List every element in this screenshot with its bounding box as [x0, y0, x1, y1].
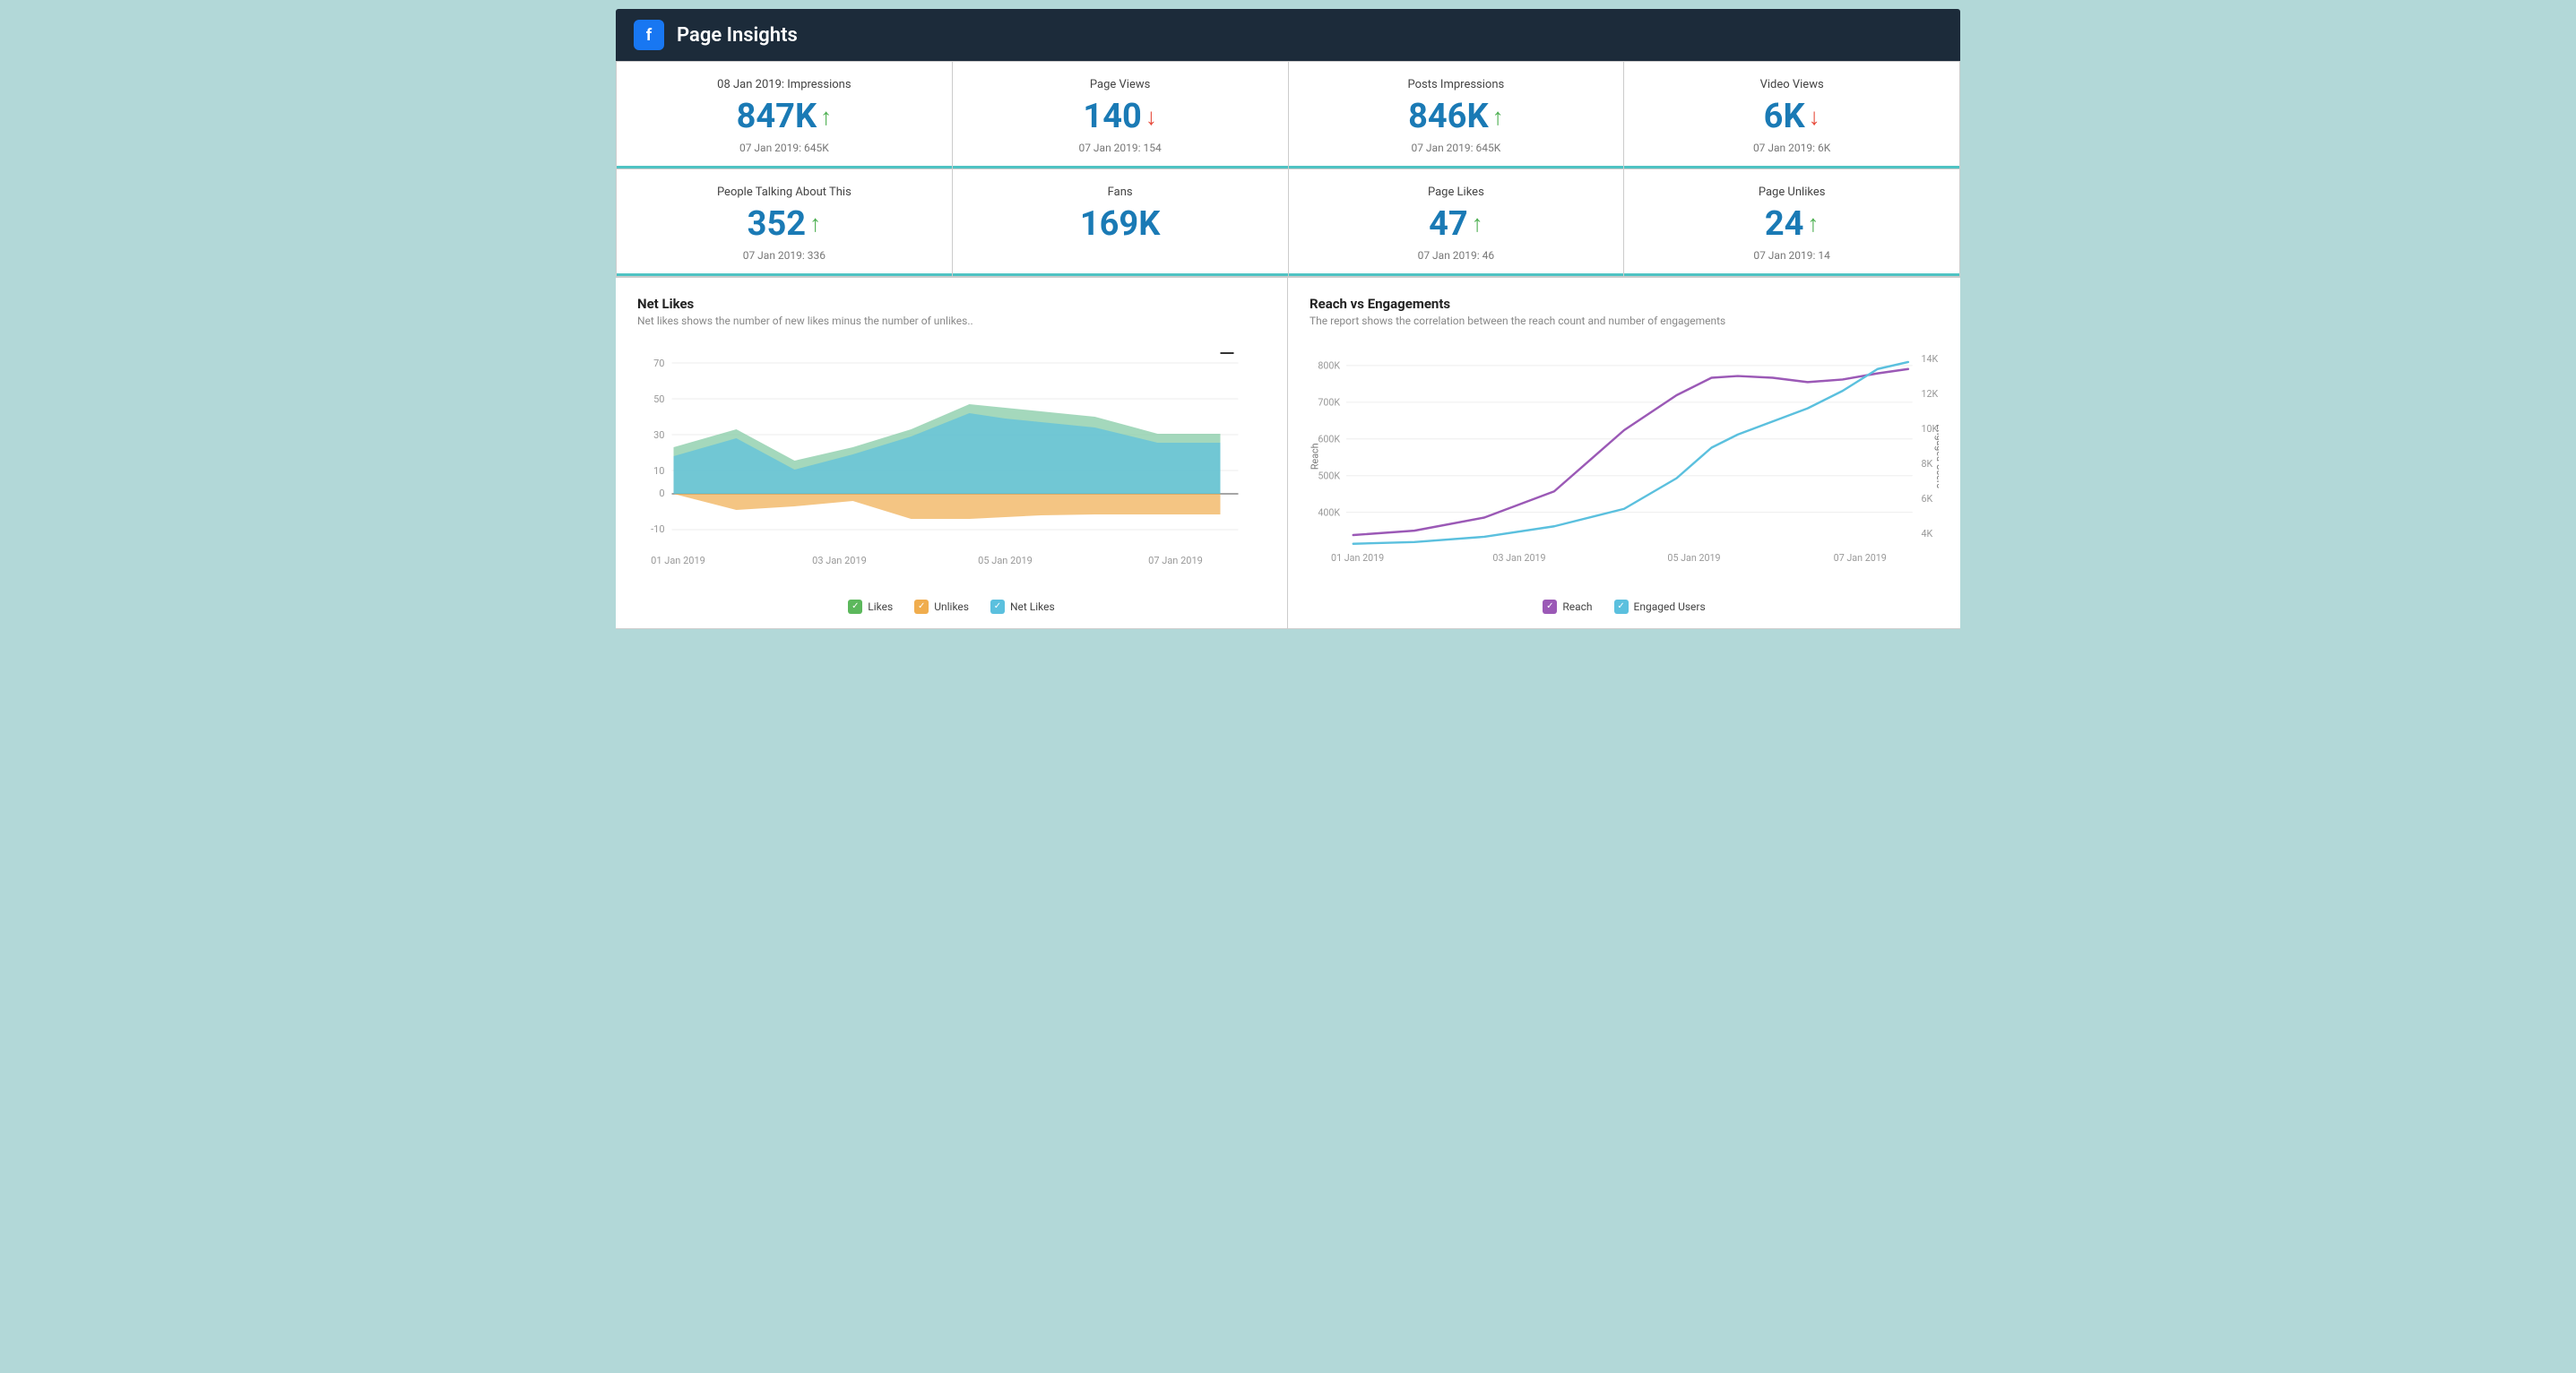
charts-section: Net Likes Net likes shows the number of …	[616, 277, 1960, 629]
svg-text:01 Jan 2019: 01 Jan 2019	[651, 555, 705, 566]
trend-down-icon: ↓	[1145, 105, 1157, 131]
svg-text:Reach: Reach	[1310, 443, 1321, 470]
legend-engaged-users: ✓ Engaged Users	[1614, 600, 1706, 614]
svg-text:07 Jan 2019: 07 Jan 2019	[1148, 555, 1203, 566]
reach-svg: 800K 700K 600K 500K 400K 14K 12K 10K 8K …	[1310, 340, 1939, 591]
svg-text:03 Jan 2019: 03 Jan 2019	[1492, 552, 1545, 564]
svg-text:0: 0	[659, 488, 664, 499]
metric-impressions: 08 Jan 2019: Impressions 847K ↑ 07 Jan 2…	[617, 62, 953, 169]
legend-unlikes: ✓ Unlikes	[914, 600, 969, 614]
svg-text:-10: -10	[651, 523, 664, 535]
metric-pageviews: Page Views 140 ↓ 07 Jan 2019: 154	[953, 62, 1289, 169]
reach-subtitle: The report shows the correlation between…	[1310, 315, 1939, 327]
net-likes-subtitle: Net likes shows the number of new likes …	[637, 315, 1266, 327]
metric-prev-pageviews: 07 Jan 2019: 154	[971, 142, 1270, 154]
net-likes-panel: Net Likes Net likes shows the number of …	[616, 278, 1288, 629]
reach-title: Reach vs Engagements	[1310, 296, 1939, 312]
net-likes-title: Net Likes	[637, 296, 1266, 312]
metric-posts-impressions: Posts Impressions 846K ↑ 07 Jan 2019: 64…	[1289, 62, 1625, 169]
metric-label-fans: Fans	[971, 186, 1270, 199]
trend-up-icon-5: ↑	[1807, 212, 1819, 237]
reach-panel: Reach vs Engagements The report shows th…	[1288, 278, 1960, 629]
metric-value-impressions: 847K ↑	[635, 99, 934, 136]
svg-text:4K: 4K	[1922, 528, 1933, 540]
metric-label-impressions: 08 Jan 2019: Impressions	[635, 78, 934, 91]
trend-up-icon-3: ↑	[809, 212, 821, 237]
svg-text:800K: 800K	[1318, 359, 1340, 371]
metric-label-page-likes: Page Likes	[1307, 186, 1606, 199]
metric-fans: Fans 169K	[953, 169, 1289, 277]
svg-text:500K: 500K	[1318, 470, 1340, 481]
net-likes-svg: 70 50 30 10 0 -10	[637, 340, 1266, 591]
svg-text:6K: 6K	[1922, 493, 1933, 505]
legend-reach: ✓ Reach	[1543, 600, 1592, 614]
svg-text:70: 70	[653, 358, 664, 369]
dashboard: f Page Insights 08 Jan 2019: Impressions…	[616, 9, 1960, 629]
svg-text:30: 30	[653, 429, 664, 441]
svg-text:700K: 700K	[1318, 396, 1340, 408]
trend-down-icon-2: ↓	[1809, 105, 1820, 131]
metric-value-fans: 169K	[971, 206, 1270, 244]
page-title: Page Insights	[677, 24, 798, 47]
svg-text:01 Jan 2019: 01 Jan 2019	[1331, 552, 1384, 564]
metric-page-unlikes: Page Unlikes 24 ↑ 07 Jan 2019: 14	[1624, 169, 1960, 277]
legend-reach-box: ✓	[1543, 600, 1557, 614]
svg-text:50: 50	[653, 393, 664, 405]
page-header: f Page Insights	[616, 9, 1960, 61]
svg-text:8K: 8K	[1922, 458, 1933, 470]
metric-video-views: Video Views 6K ↓ 07 Jan 2019: 6K	[1624, 62, 1960, 169]
svg-text:600K: 600K	[1318, 433, 1340, 445]
metric-prev-video: 07 Jan 2019: 6K	[1642, 142, 1941, 154]
metric-page-likes: Page Likes 47 ↑ 07 Jan 2019: 46	[1289, 169, 1625, 277]
metric-prev-impressions: 07 Jan 2019: 645K	[635, 142, 934, 154]
net-likes-legend: ✓ Likes ✓ Unlikes ✓ Net Likes	[637, 600, 1266, 614]
svg-text:14K: 14K	[1922, 353, 1939, 365]
legend-unlikes-box: ✓	[914, 600, 929, 614]
metric-label-posts: Posts Impressions	[1307, 78, 1606, 91]
trend-up-icon: ↑	[820, 105, 832, 131]
legend-likes: ✓ Likes	[848, 600, 893, 614]
metric-talking: People Talking About This 352 ↑ 07 Jan 2…	[617, 169, 953, 277]
svg-text:Engaged Users: Engaged Users	[1934, 424, 1939, 488]
legend-engaged-box: ✓	[1614, 600, 1629, 614]
metric-prev-page-likes: 07 Jan 2019: 46	[1307, 249, 1606, 262]
reach-chart: 800K 700K 600K 500K 400K 14K 12K 10K 8K …	[1310, 340, 1939, 591]
reach-legend: ✓ Reach ✓ Engaged Users	[1310, 600, 1939, 614]
metric-value-talking: 352 ↑	[635, 206, 934, 244]
svg-text:05 Jan 2019: 05 Jan 2019	[1667, 552, 1720, 564]
svg-text:05 Jan 2019: 05 Jan 2019	[978, 555, 1033, 566]
metrics-row-1: 08 Jan 2019: Impressions 847K ↑ 07 Jan 2…	[616, 61, 1960, 169]
metric-label-talking: People Talking About This	[635, 186, 934, 199]
trend-up-icon-4: ↑	[1472, 212, 1483, 237]
metrics-row-2: People Talking About This 352 ↑ 07 Jan 2…	[616, 169, 1960, 277]
metric-value-video: 6K ↓	[1642, 99, 1941, 136]
legend-net-likes-box: ✓	[990, 600, 1005, 614]
metric-label-pageviews: Page Views	[971, 78, 1270, 91]
svg-text:03 Jan 2019: 03 Jan 2019	[812, 555, 867, 566]
metric-label-page-unlikes: Page Unlikes	[1642, 186, 1941, 199]
trend-up-icon-2: ↑	[1492, 105, 1504, 131]
metric-prev-posts: 07 Jan 2019: 645K	[1307, 142, 1606, 154]
metric-value-pageviews: 140 ↓	[971, 99, 1270, 136]
svg-text:10: 10	[653, 465, 664, 477]
net-likes-chart: 70 50 30 10 0 -10	[637, 340, 1266, 591]
metric-prev-page-unlikes: 07 Jan 2019: 14	[1642, 249, 1941, 262]
metric-prev-talking: 07 Jan 2019: 336	[635, 249, 934, 262]
legend-net-likes: ✓ Net Likes	[990, 600, 1055, 614]
svg-text:07 Jan 2019: 07 Jan 2019	[1834, 552, 1887, 564]
svg-text:12K: 12K	[1922, 388, 1939, 400]
metric-value-page-likes: 47 ↑	[1307, 206, 1606, 244]
metric-label-video: Video Views	[1642, 78, 1941, 91]
metric-value-posts: 846K ↑	[1307, 99, 1606, 136]
facebook-icon: f	[634, 20, 664, 50]
svg-text:400K: 400K	[1318, 506, 1340, 518]
legend-likes-box: ✓	[848, 600, 862, 614]
metric-value-page-unlikes: 24 ↑	[1642, 206, 1941, 244]
